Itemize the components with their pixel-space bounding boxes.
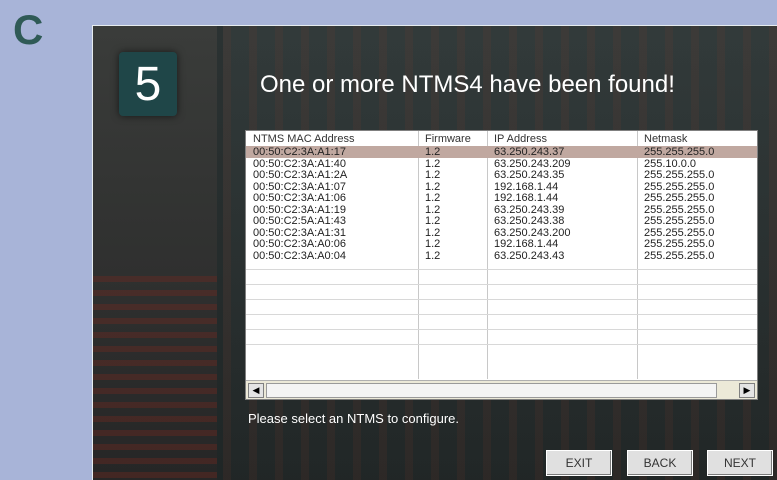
cell-netmask: 255.255.255.0 [644,146,715,158]
cell-firmware: 1.2 [425,215,441,227]
cell-ip: 63.250.243.39 [494,203,565,216]
column-header-firmware[interactable]: Firmware [425,133,471,145]
empty-row-line [246,284,757,285]
cell-ip: 63.250.243.35 [494,169,565,181]
table-row[interactable]: 00:50:C2:5A:A1:43 1.2 63.250.243.38 255.255… [246,215,757,227]
table-row[interactable]: 00:50:C2:3A:A1:07 1.2 192.168.1.44 255.255.… [246,181,757,193]
cell-netmask: 255.10.0.0 [644,157,696,170]
cell-ip: 192.168.1.44 [494,180,559,193]
wizard-window: 5 One or more NTMS4 have been found! NTM… [92,25,777,480]
cell-ip: 192.168.1.44 [494,238,559,250]
cell-firmware: 1.2 [425,203,441,216]
cell-firmware: 1.2 [425,157,441,170]
cell-ip: 63.250.243.37 [494,146,565,158]
empty-row-line [246,344,757,345]
table-row[interactable]: 00:50:C2:3A:A0:06 1.2 192.168.1.44 255.255.… [246,238,757,250]
cell-netmask: 255.255.255.0 [644,192,715,204]
cell-ip: 63.250.243.38 [494,215,565,227]
table-row[interactable]: 00:50:C2:3A:A1:06 1.2 192.168.1.44 255.255.… [246,192,757,204]
table-row[interactable]: 00:50:C2:3A:A1:17 1.2 63.250.243.37 255.255… [246,146,757,158]
column-header-mac[interactable]: NTMS MAC Address [253,133,354,145]
horizontal-scrollbar[interactable]: ◀ ▶ [246,380,757,399]
cell-ip: 63.250.243.209 [494,157,571,170]
wizard-title: One or more NTMS4 have been found! [260,71,675,98]
cell-firmware: 1.2 [425,226,441,239]
scroll-thumb[interactable] [266,383,717,398]
column-header-netmask[interactable]: Netmask [644,133,687,145]
column-header-ip[interactable]: IP Address [494,133,547,145]
cell-firmware: 1.2 [425,146,441,158]
device-list[interactable]: NTMS MAC Address Firmware IP Address Net… [245,130,758,400]
cell-firmware: 1.2 [425,192,441,204]
table-row[interactable]: 00:50:C2:3A:A1:31 1.2 63.250.243.200 255.25… [246,227,757,239]
cell-mac: 00:50:C2:3A:A0:06 [253,238,346,250]
cell-netmask: 255.255.255.0 [644,180,715,193]
exit-button[interactable]: EXIT [546,450,612,476]
cell-netmask: 255.255.255.0 [644,215,715,227]
figure-panel-label: C [13,6,44,53]
table-row[interactable]: 00:50:C2:3A:A1:19 1.2 63.250.243.39 255.255… [246,204,757,216]
cell-ip: 63.250.243.43 [494,249,565,262]
table-row[interactable]: 00:50:C2:3A:A1:2A 1.2 63.250.243.35 255.255… [246,169,757,181]
device-list-body: NTMS MAC Address Firmware IP Address Net… [246,131,757,379]
cell-mac: 00:50:C2:3A:A1:2A [253,169,348,181]
cell-firmware: 1.2 [425,249,441,262]
cell-netmask: 255.255.255.0 [644,203,715,216]
cell-netmask: 255.255.255.0 [644,238,715,250]
cell-firmware: 1.2 [425,238,441,250]
cell-mac: 00:50:C2:3A:A1:06 [253,192,346,204]
cell-mac: 00:50:C2:3A:A1:19 [253,203,346,216]
cell-mac: 00:50:C2:5A:A1:43 [253,215,346,227]
cell-netmask: 255.255.255.0 [644,249,715,262]
table-row[interactable]: 00:50:C2:3A:A0:04 1.2 63.250.243.43 255.255… [246,250,757,262]
cell-ip: 192.168.1.44 [494,192,559,204]
table-row[interactable]: 00:50:C2:3A:A1:40 1.2 63.250.243.209 255.10… [246,158,757,170]
instruction-text: Please select an NTMS to configure. [248,411,459,426]
back-button[interactable]: BACK [627,450,693,476]
next-button[interactable]: NEXT [707,450,773,476]
cell-ip: 63.250.243.200 [494,226,571,239]
list-header: NTMS MAC Address Firmware IP Address Net… [246,133,757,145]
empty-row-line [246,269,757,270]
cell-netmask: 255.255.255.0 [644,226,715,239]
empty-row-line [246,329,757,330]
cell-mac: 00:50:C2:3A:A1:17 [253,146,346,158]
empty-row-line [246,299,757,300]
cell-mac: 00:50:C2:3A:A1:40 [253,157,346,170]
scroll-left-arrow-icon[interactable]: ◀ [248,383,264,398]
step-badge: 5 [119,52,177,116]
cell-mac: 00:50:C2:3A:A0:04 [253,249,346,262]
step-number: 5 [134,57,162,111]
empty-row-line [246,314,757,315]
cell-firmware: 1.2 [425,180,441,193]
cell-firmware: 1.2 [425,169,441,181]
scroll-right-arrow-icon[interactable]: ▶ [739,383,755,398]
cell-mac: 00:50:C2:3A:A1:31 [253,226,346,239]
cell-mac: 00:50:C2:3A:A1:07 [253,180,346,193]
cell-netmask: 255.255.255.0 [644,169,715,181]
